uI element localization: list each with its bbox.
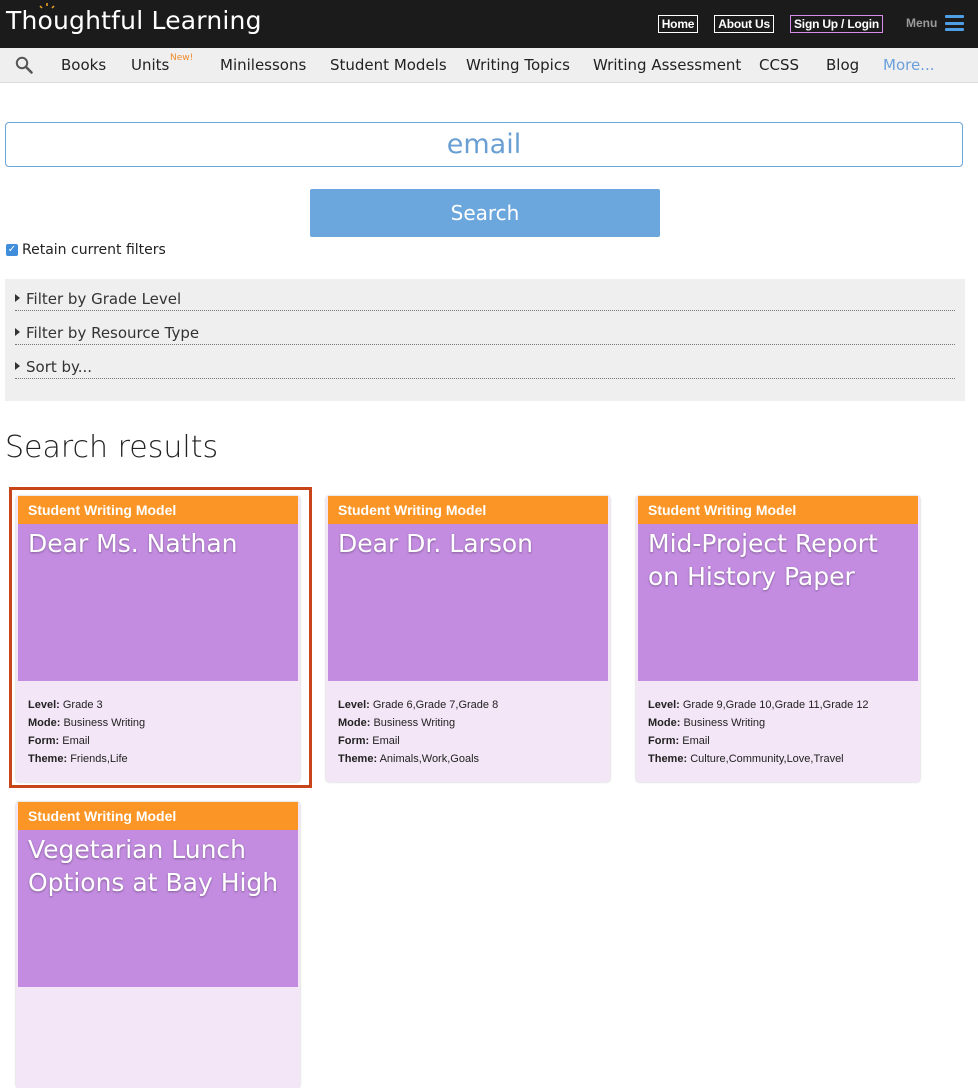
filter-resource-type[interactable]: Filter by Resource Type (15, 315, 955, 345)
search-button[interactable]: Search (310, 189, 660, 237)
nav-item-more[interactable]: More... (883, 56, 935, 74)
result-card[interactable]: Student Writing Model Mid-Project Report… (636, 496, 920, 782)
search-results-heading: Search results (5, 430, 219, 465)
nav-item-blog[interactable]: Blog (826, 56, 859, 74)
lightbulb-icon (39, 3, 55, 9)
site-logo[interactable]: Thoughtful Learning (6, 3, 262, 35)
filter-label: Sort by... (26, 358, 93, 376)
nav-item-ccss[interactable]: CCSS (759, 56, 799, 74)
card-title[interactable]: Vegetarian Lunch Options at Bay High (28, 833, 290, 899)
caret-right-icon (15, 327, 20, 336)
filter-grade-level[interactable]: Filter by Grade Level (15, 281, 955, 311)
menu-label: Menu (906, 16, 938, 30)
search-icon[interactable] (15, 56, 33, 74)
filters-panel: Filter by Grade Level Filter by Resource… (5, 279, 965, 401)
about-us-link[interactable]: About Us (714, 15, 774, 33)
nav-item-student-models[interactable]: Student Models (330, 56, 447, 74)
card-meta: Level: Grade 9,Grade 10,Grade 11,Grade 1… (648, 699, 869, 765)
caret-right-icon (15, 361, 20, 370)
nav-item-writing-assessment[interactable]: Writing Assessment (593, 56, 741, 74)
selected-card-highlight (9, 487, 312, 788)
result-card[interactable]: Student Writing Model Vegetarian Lunch O… (16, 802, 300, 1088)
retain-filters-label: Retain current filters (22, 242, 166, 258)
top-bar: Thoughtful Learning Home About Us Sign U… (0, 0, 978, 48)
sort-by[interactable]: Sort by... (15, 349, 955, 379)
caret-right-icon (15, 293, 20, 302)
card-title[interactable]: Mid-Project Report on History Paper (648, 527, 910, 593)
card-category: Student Writing Model (18, 802, 298, 830)
new-badge: New! (170, 53, 194, 63)
nav-item-writing-topics[interactable]: Writing Topics (466, 56, 570, 74)
nav-item-minilessons[interactable]: Minilessons (220, 56, 306, 74)
card-title[interactable]: Dear Dr. Larson (338, 527, 600, 560)
menu-button[interactable]: Menu (906, 15, 965, 31)
retain-filters-option[interactable]: ✓ Retain current filters (6, 242, 166, 258)
card-meta: Level: Grade 6,Grade 7,Grade 8 Mode: Bus… (338, 699, 499, 765)
search-input[interactable]: email (5, 122, 963, 167)
filter-label: Filter by Grade Level (26, 290, 182, 308)
hamburger-icon (945, 15, 965, 31)
card-category: Student Writing Model (638, 496, 918, 524)
result-card[interactable]: Student Writing Model Dear Dr. Larson Le… (326, 496, 610, 782)
filter-label: Filter by Resource Type (26, 324, 200, 342)
main-nav: Books Units New! Minilessons Student Mod… (0, 48, 978, 83)
signup-login-link[interactable]: Sign Up / Login (790, 15, 883, 33)
home-link[interactable]: Home (657, 15, 699, 33)
top-links: Home About Us Sign Up / Login (657, 15, 883, 33)
nav-item-units[interactable]: Units New! (131, 53, 193, 74)
nav-item-units-label: Units (131, 56, 170, 74)
nav-item-books[interactable]: Books (61, 56, 106, 74)
card-category: Student Writing Model (328, 496, 608, 524)
retain-filters-checkbox[interactable]: ✓ (6, 244, 18, 256)
